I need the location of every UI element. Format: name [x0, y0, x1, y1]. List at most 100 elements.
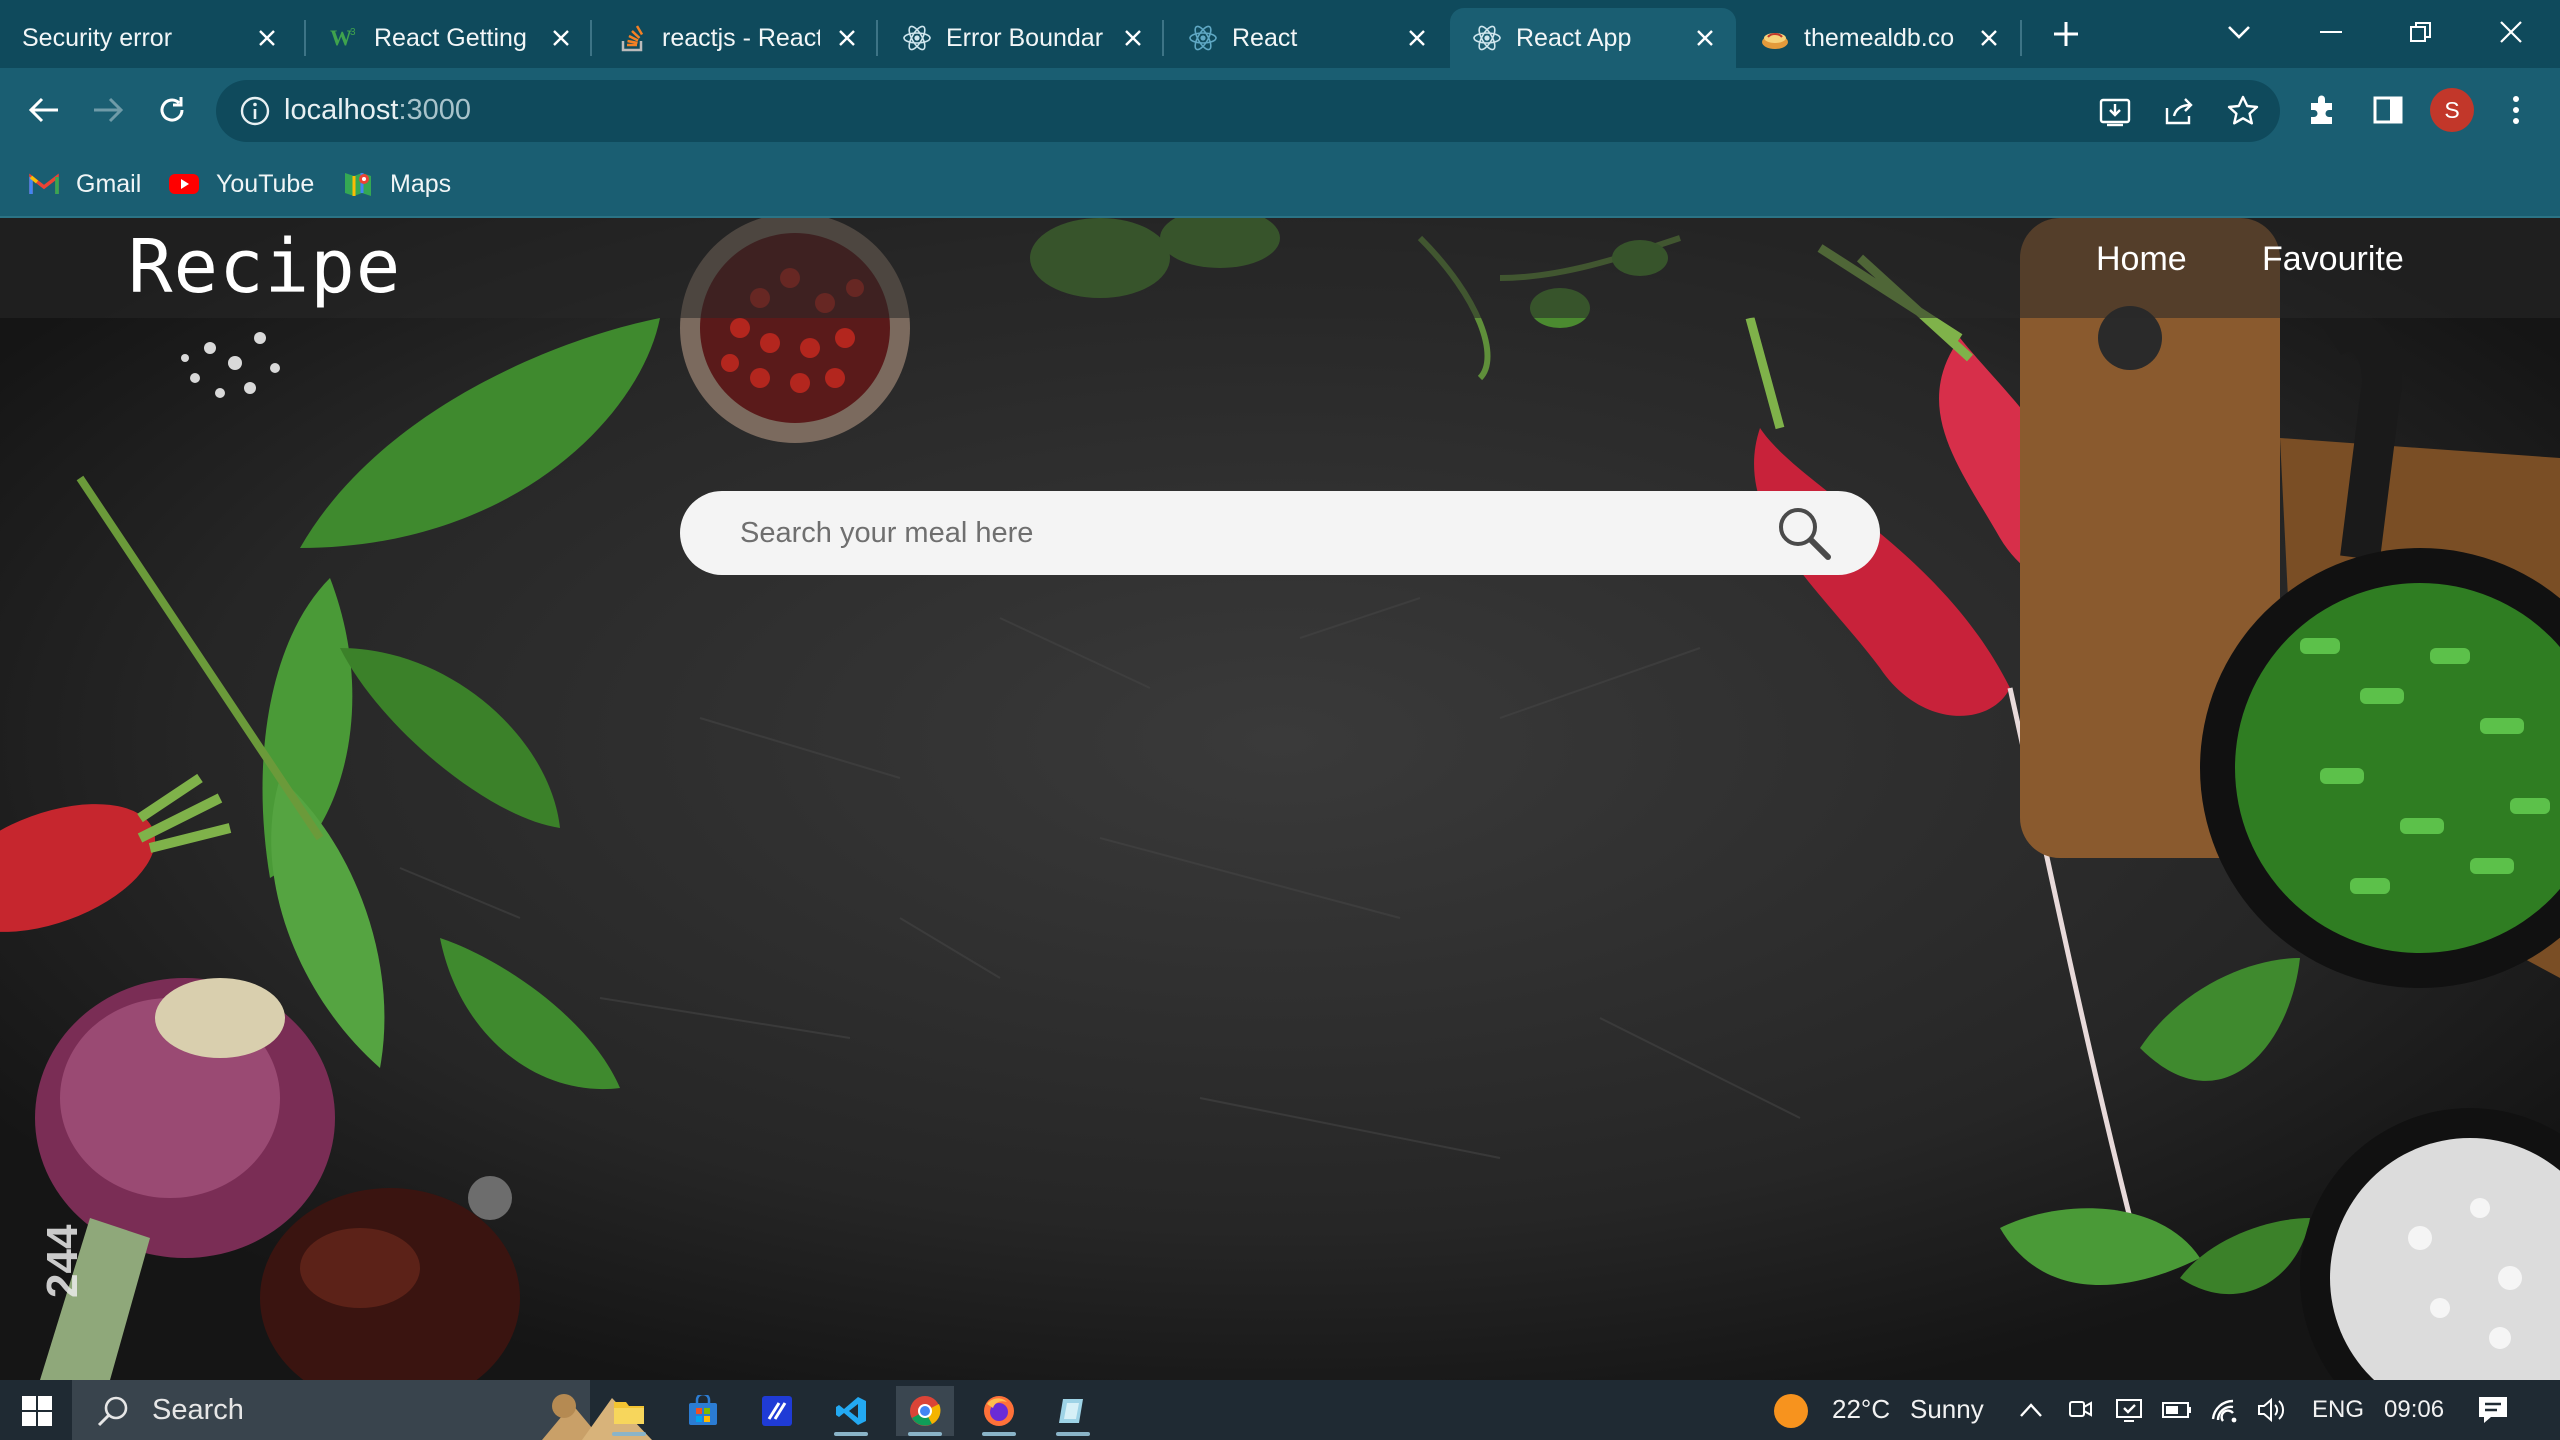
share-button[interactable]	[2156, 88, 2202, 134]
close-icon[interactable]	[546, 23, 576, 53]
close-icon[interactable]	[1974, 23, 2004, 53]
firefox-icon	[984, 1396, 1014, 1426]
star-icon	[2227, 95, 2259, 125]
weather-condition[interactable]: Sunny	[1910, 1394, 1984, 1425]
tab-separator	[876, 20, 878, 56]
minimize-icon	[2320, 31, 2342, 33]
show-hidden-icons-button[interactable]	[2014, 1392, 2048, 1428]
close-icon	[2500, 21, 2522, 43]
themealdb-icon	[1760, 23, 1790, 53]
close-icon[interactable]	[1118, 23, 1148, 53]
vscode-taskbar-button[interactable]	[822, 1386, 880, 1436]
tab-react-getting-started[interactable]: W3 React Getting	[308, 8, 592, 68]
reload-button[interactable]	[148, 86, 196, 134]
youtube-icon	[168, 168, 200, 200]
store-taskbar-button[interactable]	[674, 1386, 732, 1436]
wifi-icon[interactable]	[2208, 1392, 2242, 1428]
url-text[interactable]: localhost:3000	[284, 94, 471, 127]
weather-sun-icon	[1774, 1394, 1808, 1428]
tab-error-boundaries[interactable]: Error Boundar	[880, 8, 1164, 68]
tab-title: React Getting	[374, 23, 527, 52]
start-button[interactable]	[8, 1386, 66, 1436]
back-button[interactable]	[20, 86, 68, 134]
bookmark-gmail[interactable]: Gmail	[28, 166, 141, 202]
react-icon	[1188, 23, 1218, 53]
battery-icon[interactable]	[2160, 1392, 2194, 1428]
tab-separator	[590, 20, 592, 56]
bookmark-label: Maps	[390, 169, 452, 198]
minimize-button[interactable]	[2296, 8, 2366, 56]
close-icon[interactable]	[1690, 23, 1720, 53]
language-indicator[interactable]: ENG	[2312, 1396, 2364, 1424]
notifications-button[interactable]	[2476, 1392, 2510, 1428]
windows-icon	[22, 1396, 52, 1426]
url-port: :3000	[398, 94, 472, 126]
arrow-left-icon	[28, 97, 58, 123]
close-window-button[interactable]	[2476, 8, 2546, 56]
close-icon[interactable]	[1402, 23, 1432, 53]
gmail-icon	[28, 168, 60, 200]
tab-themealdb[interactable]: themealdb.co	[1738, 8, 2020, 68]
address-bar[interactable]: localhost:3000	[216, 80, 2280, 142]
store-icon	[689, 1395, 717, 1425]
install-icon	[2099, 98, 2131, 127]
tab-title: React	[1232, 23, 1298, 52]
bookmark-maps[interactable]: Maps	[342, 166, 451, 202]
weather-temperature[interactable]: 22°C	[1832, 1394, 1890, 1425]
nav-favourite-link[interactable]: Favourite	[2262, 240, 2404, 279]
bookmark-star-button[interactable]	[2220, 88, 2266, 134]
close-icon[interactable]	[832, 23, 862, 53]
tab-react[interactable]: React	[1166, 8, 1448, 68]
editor-taskbar-button[interactable]	[748, 1386, 806, 1436]
tab-reactjs-stackoverflow[interactable]: reactjs - React	[596, 8, 878, 68]
stock-image-id: 244	[38, 1224, 87, 1298]
puzzle-icon	[2311, 95, 2332, 124]
react-icon	[1472, 23, 1502, 53]
tab-separator	[1162, 20, 1164, 56]
browser-toolbar: localhost:3000 S	[0, 68, 2560, 152]
side-panel-button[interactable]	[2364, 86, 2412, 134]
security-status-icon[interactable]	[2112, 1392, 2146, 1428]
side-panel-icon	[2373, 96, 2403, 124]
menu-button[interactable]	[2492, 86, 2540, 134]
tab-separator	[304, 20, 306, 56]
chrome-icon	[910, 1396, 941, 1426]
meal-search-box	[680, 491, 1880, 575]
firefox-taskbar-button[interactable]	[970, 1386, 1028, 1436]
svg-text:3: 3	[350, 27, 356, 38]
bookmark-label: YouTube	[216, 169, 315, 198]
nav-home-link[interactable]: Home	[2096, 240, 2187, 279]
restore-button[interactable]	[2386, 8, 2456, 56]
w3schools-icon: W3	[330, 23, 360, 53]
brand-logo[interactable]: Recipe	[128, 224, 401, 310]
file-explorer-taskbar-button[interactable]	[600, 1386, 658, 1436]
tab-security-error[interactable]: Security error	[0, 8, 298, 68]
profile-avatar[interactable]: S	[2430, 88, 2474, 132]
tab-title: Security error	[22, 23, 173, 52]
app-navbar: Recipe Home Favourite	[0, 218, 2560, 318]
search-button[interactable]	[1772, 501, 1836, 565]
arrow-right-icon	[94, 97, 124, 123]
extensions-button[interactable]	[2298, 86, 2346, 134]
taskbar-search[interactable]: Search	[72, 1380, 652, 1440]
app-icon	[1059, 1399, 1083, 1423]
bookmark-youtube[interactable]: YouTube	[168, 166, 314, 202]
meet-now-icon[interactable]	[2064, 1392, 2098, 1428]
new-tab-button[interactable]	[2046, 14, 2086, 54]
close-icon[interactable]	[252, 23, 282, 53]
tab-react-app[interactable]: React App	[1450, 8, 1736, 68]
meal-search-input[interactable]	[740, 509, 1740, 557]
search-icon	[97, 1396, 128, 1427]
clock-time[interactable]: 09:06	[2384, 1396, 2444, 1424]
reload-icon	[160, 97, 184, 122]
chevron-down-icon	[2228, 26, 2250, 39]
info-icon[interactable]	[238, 94, 272, 128]
install-app-button[interactable]	[2092, 88, 2138, 134]
app-taskbar-button[interactable]	[1044, 1386, 1102, 1436]
chrome-taskbar-button[interactable]	[896, 1386, 954, 1436]
tab-separator	[2020, 20, 2022, 56]
forward-button[interactable]	[84, 86, 132, 134]
volume-icon[interactable]	[2254, 1392, 2288, 1428]
tab-search-button[interactable]	[2204, 8, 2274, 56]
chevron-up-icon	[2020, 1403, 2042, 1417]
